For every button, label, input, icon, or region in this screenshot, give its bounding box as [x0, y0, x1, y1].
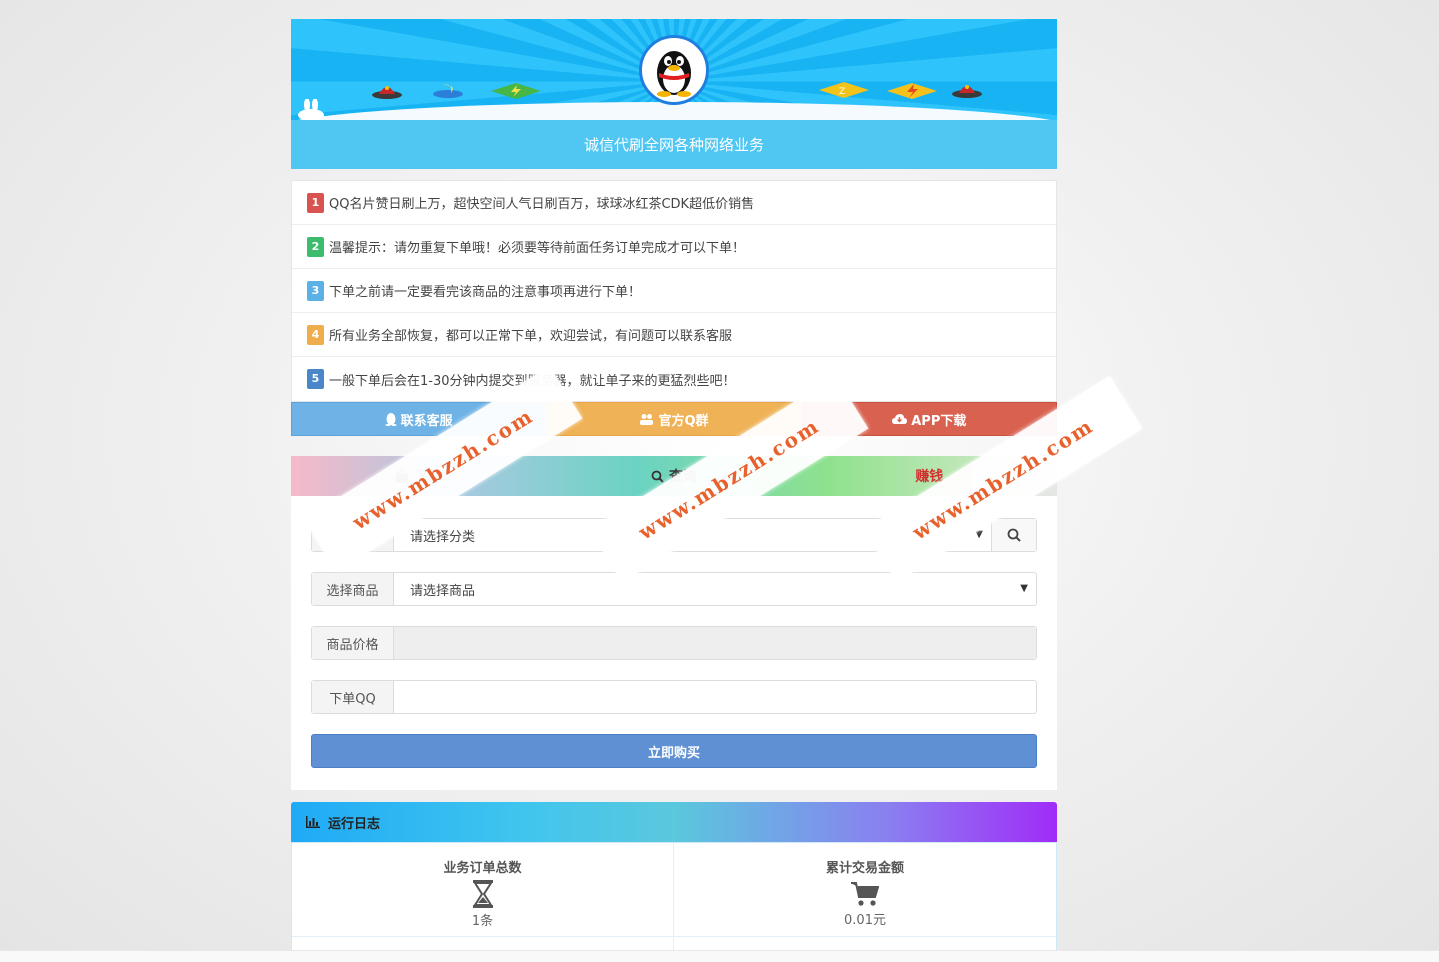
- orange-bolt-icon: [887, 83, 937, 99]
- official-group-label: 官方Q群: [658, 413, 709, 429]
- log-stats: 业务订单总数 1条 累计交易金额 0.01元: [291, 842, 1057, 962]
- notice-item: 2 温馨提示：请勿重复下单哦！必须要等待前面任务订单完成才可以下单！: [292, 225, 1056, 269]
- notice-text: 下单之前请一定要看完该商品的注意事项再进行下单！: [329, 285, 642, 300]
- notice-badge: 4: [307, 324, 324, 345]
- notice-text: QQ名片赞日刷上万，超快空间人气日刷百万，球球冰红茶CDK超低价销售: [329, 197, 755, 212]
- header-banner: Z: [291, 19, 1057, 120]
- notice-item: 5 一般下单后会在1-30分钟内提交到服务器，就让单子来的更猛烈些吧！: [292, 357, 1056, 401]
- notice-badge: 1: [307, 192, 324, 213]
- stat-value: 0.01元: [844, 913, 886, 928]
- qq-label: 下单QQ: [312, 681, 394, 713]
- notice-item: 3 下单之前请一定要看完该商品的注意事项再进行下单！: [292, 269, 1056, 313]
- stat-total-amount: 累计交易金额 0.01元: [674, 843, 1056, 937]
- cart-icon: [851, 882, 879, 906]
- notice-badge: 2: [307, 236, 324, 257]
- notice-list: 1 QQ名片赞日刷上万，超快空间人气日刷百万，球球冰红茶CDK超低价销售 2 温…: [291, 180, 1057, 402]
- contact-service-label: 联系客服: [400, 413, 453, 429]
- search-icon: [1007, 528, 1021, 542]
- log-panel-header: 运行日志: [291, 802, 1057, 842]
- caret-down-icon: ▼: [1020, 583, 1028, 594]
- moon-icon: [433, 84, 463, 98]
- stat-total-orders: 业务订单总数 1条: [292, 843, 674, 937]
- green-bolt-icon: [491, 83, 541, 99]
- hourglass-icon: [472, 880, 493, 908]
- product-select-value: 请选择商品: [410, 583, 476, 599]
- qq-input[interactable]: [394, 681, 1036, 713]
- site-title: 诚信代刷全网各种网络业务: [291, 120, 1057, 169]
- buy-now-button[interactable]: 立即购买: [311, 734, 1037, 768]
- stat-value: 1条: [471, 914, 494, 929]
- contact-button-row: 联系客服 官方Q群 APP下载: [291, 402, 1057, 436]
- bar-chart-icon: [306, 816, 320, 828]
- notice-item: 1 QQ名片赞日刷上万，超快空间人气日刷百万，球球冰红茶CDK超低价销售: [292, 181, 1056, 225]
- notice-text: 所有业务全部恢复，都可以正常下单，欢迎尝试，有问题可以联系客服: [329, 329, 733, 344]
- notice-badge: 5: [307, 369, 324, 389]
- notice-text: 温馨提示：请勿重复下单哦！必须要等待前面任务订单完成才可以下单！: [329, 241, 746, 256]
- price-row: 商品价格: [311, 626, 1037, 660]
- cloud-download-icon: [892, 414, 908, 424]
- app-download-label: APP下载: [911, 413, 967, 429]
- red-hat-icon-right: [952, 85, 982, 98]
- stat-title: 累计交易金额: [825, 861, 904, 876]
- search-button[interactable]: [991, 519, 1036, 551]
- qq-row: 下单QQ: [311, 680, 1037, 714]
- bunny-icon: [298, 99, 324, 120]
- svg-text:Z: Z: [839, 87, 845, 97]
- search-icon: [651, 470, 664, 483]
- qq-penguin-icon: [657, 51, 691, 97]
- qq-icon: [385, 412, 397, 426]
- notice-item: 4 所有业务全部恢复，都可以正常下单，欢迎尝试，有问题可以联系客服: [292, 313, 1056, 357]
- log-title: 运行日志: [328, 816, 381, 832]
- yellow-diamond-icon: Z: [819, 82, 869, 98]
- qq-penguin-logo: [639, 35, 709, 105]
- price-label: 商品价格: [312, 627, 394, 659]
- price-field: [394, 627, 1036, 659]
- notice-badge: 3: [307, 280, 324, 301]
- category-select-value: 请选择分类: [410, 529, 476, 545]
- bottom-strip: [0, 950, 1439, 962]
- users-icon: [640, 413, 654, 425]
- red-hat-icon: [372, 86, 402, 99]
- stat-title: 业务订单总数: [443, 861, 522, 876]
- product-select[interactable]: 请选择商品 ▼: [394, 573, 1036, 605]
- product-row: 选择商品 请选择商品 ▼: [311, 572, 1037, 606]
- product-label: 选择商品: [312, 573, 394, 605]
